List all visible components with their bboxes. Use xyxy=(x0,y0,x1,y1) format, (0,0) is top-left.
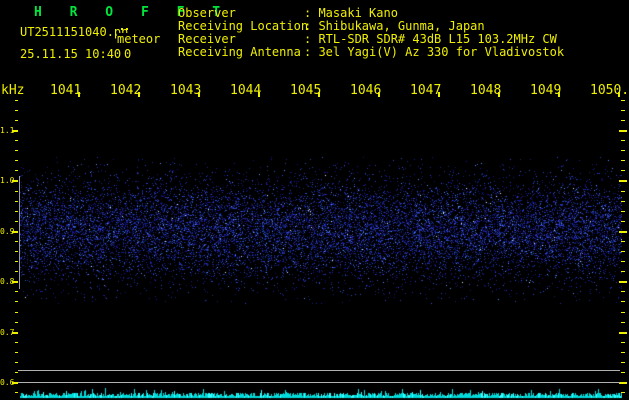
freq-tick-left xyxy=(15,261,18,263)
freq-tick-right xyxy=(621,351,625,353)
x-tick-mark xyxy=(438,92,440,97)
freq-tick-left xyxy=(12,130,18,132)
x-tick-mark xyxy=(378,92,380,97)
freq-tick-right xyxy=(621,120,625,121)
freq-tick-right xyxy=(621,372,625,373)
x-tick-mark xyxy=(618,92,620,97)
freq-tick-right xyxy=(619,230,627,233)
reference-line-upper xyxy=(18,370,620,371)
freq-tick-right xyxy=(621,361,625,363)
freq-tick-right xyxy=(621,200,625,202)
info-value: : Masaki Kano xyxy=(304,6,398,20)
x-tick-mark xyxy=(78,92,80,97)
freq-tick-left xyxy=(15,240,18,242)
freq-tick-left xyxy=(15,291,18,293)
freq-tick-right xyxy=(621,271,625,273)
freq-tick-right xyxy=(621,240,625,242)
spectrogram-canvas xyxy=(20,100,622,400)
clipped-glyph-remnant xyxy=(121,28,123,30)
info-value: : 3el Yagi(V) Az 330 for Vladivostok xyxy=(304,45,565,59)
freq-tick-left xyxy=(15,372,18,373)
freq-tick-left xyxy=(15,341,18,343)
x-tick-label-1042: 1042 xyxy=(110,83,142,98)
x-tick-label-1048: 1048 xyxy=(470,83,502,98)
freq-tick-right xyxy=(621,251,625,252)
freq-tick-right xyxy=(621,170,625,172)
freq-tick-left xyxy=(15,150,18,152)
freq-tick-left xyxy=(15,271,18,273)
hrofft-output-image: H R O F F T UT2511151040.pn meteor 25.11… xyxy=(0,0,629,400)
info-row-3: Receiving Antenna: 3el Yagi(V) Az 330 fo… xyxy=(178,46,564,59)
freq-tick-right xyxy=(621,150,625,152)
freq-tick-right xyxy=(619,331,627,334)
info-label: Receiving Antenna xyxy=(178,45,301,59)
freq-tick-right xyxy=(621,99,625,101)
freq-tick-left xyxy=(12,281,18,284)
info-value: : RTL-SDR SDR# 43dB L15 103.2MHz CW xyxy=(304,32,557,46)
freq-tick-left xyxy=(15,351,18,353)
freq-tick-right xyxy=(621,341,625,343)
freq-tick-left xyxy=(15,170,18,172)
echo-count: 0 xyxy=(124,47,132,61)
x-tick-label-1045: 1045 xyxy=(290,83,322,98)
freq-tick-right xyxy=(621,301,625,303)
freq-tick-left xyxy=(15,311,18,313)
freq-tick-right xyxy=(621,140,625,142)
freq-tick-right xyxy=(619,281,627,284)
freq-tick-left xyxy=(12,230,18,233)
freq-tick-left xyxy=(15,190,18,192)
info-value: : Shibukawa, Gunma, Japan xyxy=(304,19,485,33)
freq-tick-left xyxy=(15,301,18,303)
freq-tick-left xyxy=(15,210,18,212)
x-tick-mark xyxy=(258,92,260,97)
x-tick-mark xyxy=(198,92,200,97)
x-tick-mark xyxy=(138,92,140,97)
freq-tick-right xyxy=(621,109,625,111)
x-tick-label-1047: 1047 xyxy=(410,83,442,98)
x-tick-label-1043: 1043 xyxy=(170,83,202,98)
freq-tick-left xyxy=(15,109,18,111)
freq-tick-left xyxy=(15,99,18,101)
freq-tick-right xyxy=(619,180,627,183)
freq-tick-right xyxy=(621,321,625,323)
freq-tick-left xyxy=(15,392,18,394)
x-tick-mark xyxy=(498,92,500,97)
x-tick-label-1049: 1049 xyxy=(530,83,562,98)
freq-tick-left xyxy=(15,251,18,252)
output-filename: UT2511151040.pn xyxy=(20,25,129,39)
freq-tick-left xyxy=(15,140,18,142)
freq-tick-right xyxy=(621,291,625,293)
freq-tick-left xyxy=(15,361,18,363)
freq-tick-right xyxy=(621,311,625,313)
x-tick-label-1044: 1044 xyxy=(230,83,262,98)
freq-tick-left xyxy=(15,120,18,121)
reference-line-lower xyxy=(18,382,620,383)
freq-tick-right xyxy=(621,160,625,162)
x-tick-label-1046: 1046 xyxy=(350,83,382,98)
y-axis-unit-label: kHz xyxy=(1,83,25,98)
freq-tick-right xyxy=(621,210,625,212)
freq-tick-right xyxy=(621,261,625,263)
freq-tick-left xyxy=(15,220,18,222)
freq-tick-right xyxy=(621,220,625,222)
freq-tick-left xyxy=(15,321,18,323)
freq-tick-right xyxy=(619,382,627,384)
freq-tick-left xyxy=(12,331,18,334)
spectrum-left-edge-line xyxy=(19,176,20,289)
freq-tick-left xyxy=(15,200,18,202)
station-id: meteor xyxy=(117,32,161,46)
x-tick-mark xyxy=(558,92,560,97)
x-tick-label-1041: 1041 xyxy=(50,83,82,98)
observation-datetime: 25.11.15 10:40 xyxy=(20,47,122,61)
freq-tick-left xyxy=(15,160,18,162)
freq-tick-right xyxy=(619,130,627,132)
freq-tick-right xyxy=(621,392,625,394)
x-tick-mark xyxy=(318,92,320,97)
freq-tick-left xyxy=(12,180,18,183)
freq-tick-right xyxy=(621,190,625,192)
x-tick-label-1050.: 1050. xyxy=(590,83,629,98)
